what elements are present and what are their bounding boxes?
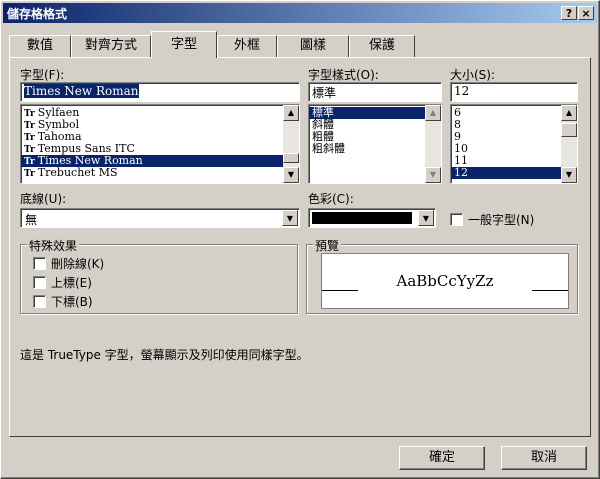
scroll-down-icon[interactable]: ▼ — [425, 167, 441, 183]
size-item[interactable]: 8 — [451, 119, 577, 131]
size-item[interactable]: 11 — [451, 155, 577, 167]
font-tab-panel: 字型(F): Times New Roman Tr Sylfaen Tr Symbo… — [9, 57, 591, 437]
style-list[interactable]: 標準 斜體 粗體 粗斜體 ▲ ▼ — [308, 104, 442, 184]
checkbox-box[interactable] — [450, 213, 463, 226]
scroll-down-icon[interactable]: ▼ — [561, 167, 577, 183]
effects-group: 特殊效果 刪除線(K) 上標(E) 下標(B) — [20, 237, 298, 314]
style-input[interactable]: 標準 — [308, 82, 442, 102]
close-button[interactable]: × — [578, 6, 594, 20]
cancel-button[interactable]: 取消 — [501, 446, 587, 470]
preview-sample: AaBbCcYyZz — [396, 272, 494, 290]
preview-group: 預覽 AaBbCcYyZz — [306, 237, 578, 314]
ok-button[interactable]: 確定 — [399, 446, 485, 470]
tab-font[interactable]: 字型 — [151, 31, 217, 58]
strikethrough-label: 刪除線(K) — [51, 257, 105, 271]
checkbox-box[interactable] — [33, 276, 46, 289]
size-scrollbar[interactable]: ▲ ▼ — [561, 105, 577, 183]
size-label: 大小(S): — [450, 68, 496, 82]
underline-label: 底線(U): — [20, 192, 67, 206]
tab-border[interactable]: 外框 — [217, 35, 277, 57]
font-input[interactable]: Times New Roman — [20, 82, 300, 102]
chevron-down-icon[interactable]: ▼ — [282, 210, 298, 226]
checkbox-box[interactable] — [33, 295, 46, 308]
size-list[interactable]: 6 8 9 10 11 12 ▲ ▼ — [450, 104, 578, 184]
help-button[interactable]: ? — [561, 6, 577, 20]
tab-number[interactable]: 數值 — [9, 35, 71, 57]
size-input[interactable]: 12 — [450, 82, 578, 102]
preview-title: 預覽 — [313, 237, 342, 254]
style-label: 字型樣式(O): — [308, 68, 379, 82]
scroll-up-icon[interactable]: ▲ — [561, 105, 577, 121]
normal-font-label: 一般字型(N) — [468, 213, 535, 227]
style-scrollbar[interactable]: ▲ ▼ — [425, 105, 441, 183]
color-select[interactable]: ▼ — [308, 208, 436, 228]
font-input-value: Times New Roman — [24, 84, 139, 98]
subscript-checkbox[interactable]: 下標(B) — [33, 293, 93, 310]
truetype-icon: Tr — [24, 169, 35, 179]
subscript-label: 下標(B) — [51, 295, 93, 309]
title-bar: 儲存格格式 ? × — [3, 3, 597, 23]
scroll-up-icon[interactable]: ▲ — [425, 105, 441, 121]
format-cells-dialog: 儲存格格式 ? × 數值 對齊方式 字型 外框 圖樣 保護 字型(F): Tim… — [0, 0, 600, 479]
font-item-trebuchet[interactable]: Tr Trebuchet MS — [21, 167, 299, 180]
tab-protection[interactable]: 保護 — [349, 35, 415, 57]
preview-box: AaBbCcYyZz — [321, 253, 569, 309]
font-scrollbar[interactable]: ▲ ▼ — [283, 105, 299, 183]
color-swatch — [312, 212, 412, 224]
underline-value: 無 — [25, 213, 38, 227]
style-item-bold-italic[interactable]: 粗斜體 — [309, 143, 441, 155]
size-item[interactable]: 6 — [451, 107, 577, 119]
effects-title: 特殊效果 — [27, 237, 80, 254]
superscript-label: 上標(E) — [51, 276, 92, 290]
tab-alignment[interactable]: 對齊方式 — [71, 35, 151, 57]
size-item[interactable]: 10 — [451, 143, 577, 155]
size-item[interactable]: 12 — [451, 167, 561, 179]
scroll-thumb[interactable] — [561, 123, 577, 137]
font-label: 字型(F): — [20, 68, 65, 82]
tab-patterns[interactable]: 圖樣 — [277, 35, 349, 57]
font-list[interactable]: Tr Sylfaen Tr Symbol Tr Tahoma Tr Tempus San… — [20, 104, 300, 184]
underline-select[interactable]: 無 ▼ — [20, 208, 300, 228]
normal-font-checkbox[interactable]: 一般字型(N) — [450, 211, 534, 228]
size-item[interactable]: 9 — [451, 131, 577, 143]
scroll-up-icon[interactable]: ▲ — [283, 105, 299, 121]
preview-baseline-left — [322, 290, 358, 291]
color-label: 色彩(C): — [308, 192, 354, 206]
scroll-thumb[interactable] — [283, 153, 299, 163]
window-title: 儲存格格式 — [7, 7, 68, 21]
superscript-checkbox[interactable]: 上標(E) — [33, 274, 92, 291]
checkbox-box[interactable] — [33, 257, 46, 270]
strikethrough-checkbox[interactable]: 刪除線(K) — [33, 255, 104, 272]
preview-baseline-right — [532, 290, 568, 291]
chevron-down-icon[interactable]: ▼ — [418, 210, 434, 226]
truetype-info: 這是 TrueType 字型，螢幕顯示及列印使用同樣字型。 — [20, 348, 309, 362]
scroll-down-icon[interactable]: ▼ — [283, 167, 299, 183]
